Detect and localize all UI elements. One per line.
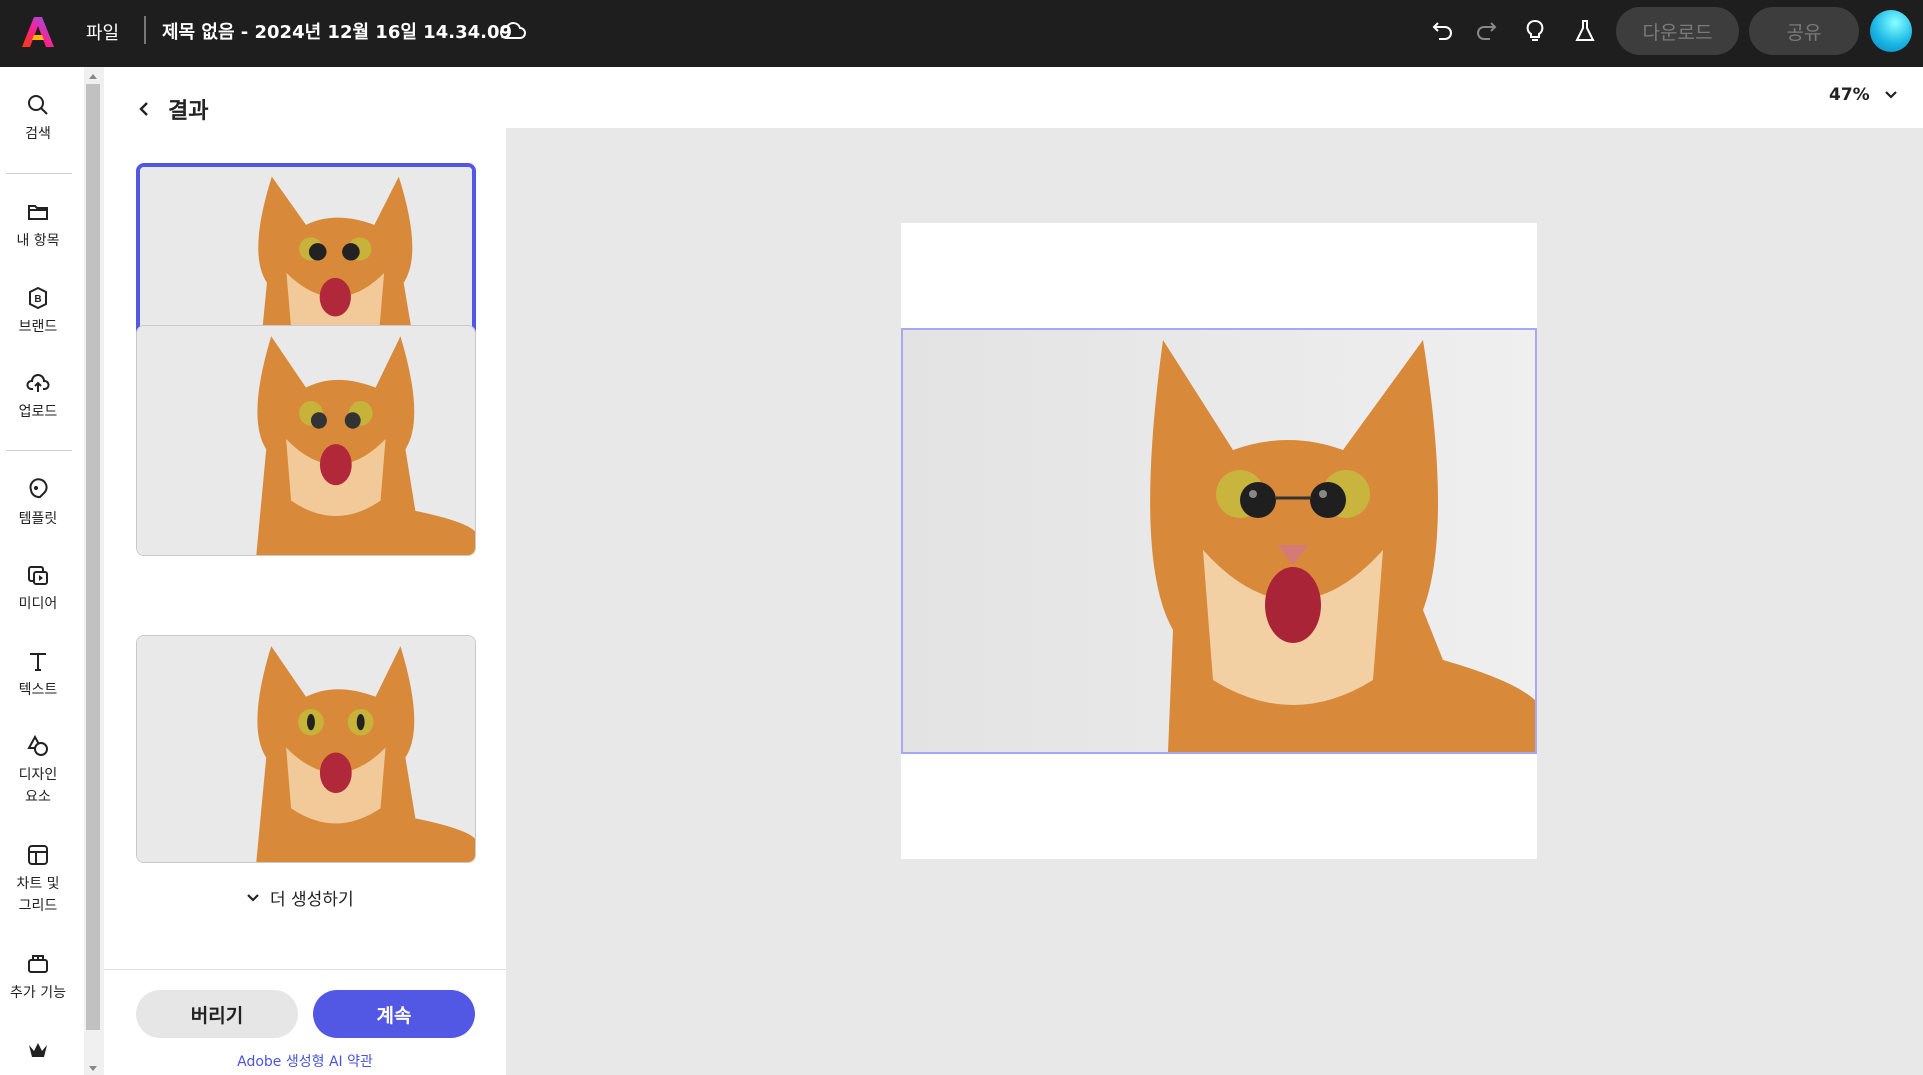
folder-icon [28,205,48,220]
canvas-toolbar [506,67,1923,128]
scroll-down-arrow[interactable] [89,1066,97,1071]
adobe-express-logo[interactable] [20,14,56,50]
left-rail: 검색 내 항목 B 브랜드 업로드 템플릿 미디어 텍스트 디자인 요소 차트 … [0,67,84,1075]
rail-item-search[interactable]: 검색 [0,93,76,145]
avatar[interactable] [1870,10,1912,52]
beaker-icon[interactable] [1570,16,1600,46]
rail-item-label: 텍스트 [18,682,58,698]
title-divider [144,16,146,44]
rail-item-design-elements[interactable]: 디자인 요소 [0,734,76,808]
upload-icon [26,374,50,392]
share-button[interactable]: 공유 [1749,7,1859,55]
rail-item-media[interactable]: 미디어 [0,563,76,615]
scroll-up-arrow[interactable] [89,74,97,79]
lightbulb-icon[interactable] [1520,16,1550,46]
panel-title: 결과 [168,99,209,124]
search-icon [28,95,48,115]
rail-item-label: 내 항목 [16,233,60,249]
chevron-down-icon [1884,91,1897,99]
rail-item-label: 업로드 [18,404,58,420]
rail-item-templates[interactable]: 템플릿 [0,478,76,530]
generate-more-label: 더 생성하기 [270,890,354,910]
zoom-control[interactable]: 47% [1829,85,1898,105]
rail-item-label: 디자인 요소 [18,767,58,805]
panel-header: 결과 [136,93,208,125]
cat-image-plain [137,636,475,862]
rail-item-brand[interactable]: B 브랜드 [0,286,76,338]
template-icon [29,478,48,499]
rail-item-label: 추가 기능 [10,985,66,1001]
rail-item-more[interactable] [0,1037,76,1061]
discard-button[interactable]: 버리기 [136,990,298,1038]
rail-divider [6,450,72,451]
svg-text:B: B [34,294,41,305]
generate-more-button[interactable]: 더 생성하기 [246,885,354,910]
rail-scrollbar-thumb[interactable] [86,84,100,1030]
results-panel: 결과 더 생성하기 버리기 계속 Adobe 생성형 AI 약관 [104,67,506,1075]
shapes-icon [27,734,48,756]
rail-item-charts-grids[interactable]: 차트 및 그리드 [0,843,76,917]
grid-icon [28,845,48,865]
rail-item-label: 검색 [25,126,51,142]
selected-canvas-image[interactable] [901,328,1537,754]
rail-item-my-stuff[interactable]: 내 항목 [0,200,76,252]
cat-image-main [903,330,1535,752]
rail-item-upload[interactable]: 업로드 [0,371,76,423]
cloud-icon[interactable] [498,16,528,46]
brand-icon: B [29,286,47,310]
addons-icon [28,955,48,973]
redo-icon[interactable] [1471,16,1501,46]
rail-item-label: 브랜드 [18,319,58,335]
media-icon [28,566,48,585]
panel-footer-divider [104,969,506,970]
rail-item-label: 미디어 [18,596,58,612]
document-title[interactable]: 제목 없음 - 2024년 12월 16일 14.34.09 [162,18,512,44]
chevron-down-icon [247,893,259,902]
result-thumbnail-2[interactable] [136,325,476,556]
result-thumbnail-3[interactable] [136,635,476,863]
genai-terms-link[interactable]: Adobe 생성형 AI 약관 [104,1051,506,1071]
rail-item-text[interactable]: 텍스트 [0,649,76,701]
continue-button[interactable]: 계속 [313,990,475,1038]
cat-image-glasses-b [137,326,475,555]
download-button[interactable]: 다운로드 [1616,7,1739,55]
text-icon [30,653,46,671]
top-bar: 파일 제목 없음 - 2024년 12월 16일 14.34.09 다운로드 공… [0,0,1923,67]
file-menu[interactable]: 파일 [86,19,119,45]
rail-divider [6,173,72,174]
rail-item-addons[interactable]: 추가 기능 [0,952,76,1004]
back-chevron-icon[interactable] [136,99,152,119]
rail-item-label: 차트 및 그리드 [16,876,60,914]
zoom-value: 47% [1829,85,1870,105]
rail-item-label: 템플릿 [18,511,58,527]
crown-icon [29,1043,47,1057]
undo-icon[interactable] [1428,16,1458,46]
